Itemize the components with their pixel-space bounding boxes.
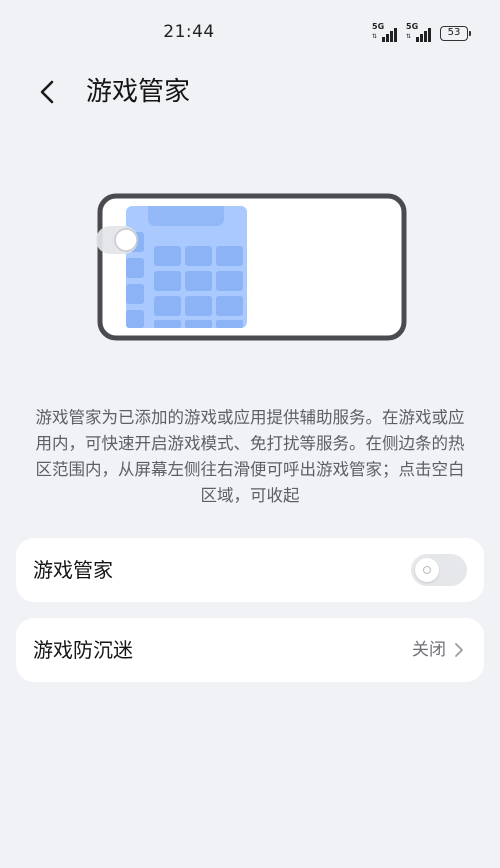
game-assistant-toggle[interactable] — [411, 554, 467, 586]
game-assistant-setting: 游戏管家 — [16, 538, 484, 602]
status-icons: 5G ⇅ 5G ⇅ 53 — [372, 22, 471, 42]
page-title: 游戏管家 — [86, 77, 191, 107]
battery-icon: 53 — [440, 25, 471, 41]
chevron-left-icon — [40, 80, 54, 104]
signal-icon: 5G ⇅ — [406, 22, 432, 42]
back-button[interactable] — [30, 74, 66, 110]
status-time: 21:44 — [163, 22, 215, 42]
anti-addiction-setting[interactable]: 游戏防沉迷 关闭 — [16, 618, 484, 682]
header: 游戏管家 — [0, 70, 500, 114]
anti-addiction-label: 游戏防沉迷 — [33, 638, 133, 662]
description-text: 游戏管家为已添加的游戏或应用提供辅助服务。在游戏或应用内，可快速开启游戏模式、免… — [35, 408, 465, 505]
game-assistant-label: 游戏管家 — [33, 558, 113, 582]
signal-icon: 5G ⇅ — [372, 22, 398, 42]
toggle-knob — [415, 558, 439, 582]
game-assistant-illustration — [96, 192, 408, 342]
chevron-right-icon — [455, 643, 463, 657]
status-bar: 21:44 5G ⇅ 5G ⇅ 53 — [0, 0, 500, 68]
anti-addiction-value: 关闭 — [412, 640, 446, 660]
